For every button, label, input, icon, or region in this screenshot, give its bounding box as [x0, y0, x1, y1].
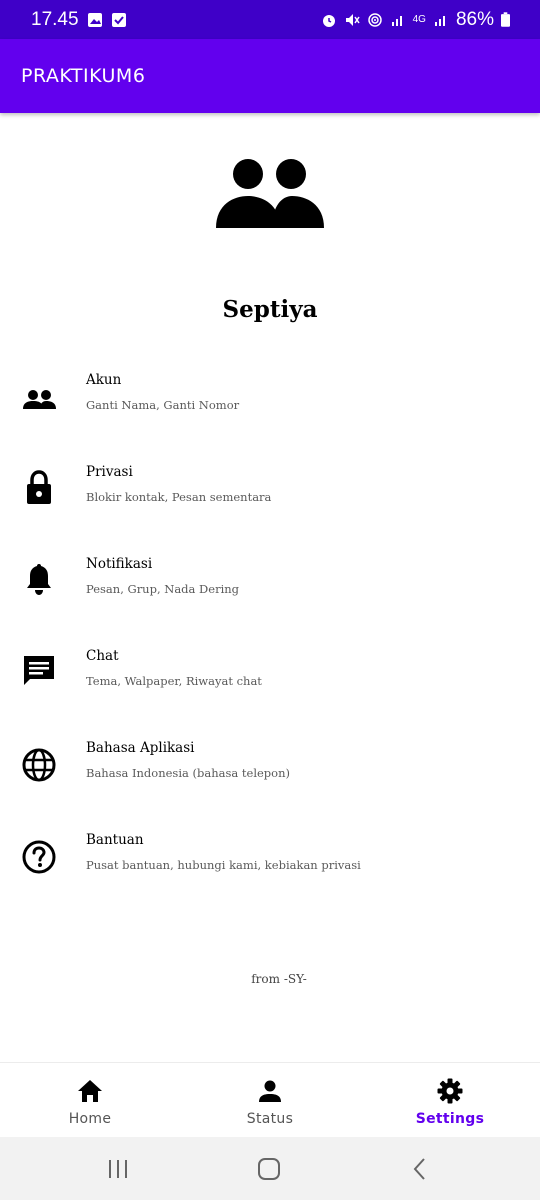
app-title: PRAKTIKUM6	[21, 65, 146, 87]
signal-icon	[434, 15, 445, 26]
status-left: 17.45	[31, 9, 127, 31]
globe-icon	[22, 748, 56, 782]
chat-icon	[24, 656, 54, 685]
battery-percent: 86%	[455, 8, 494, 30]
app-bar: PRAKTIKUM6	[0, 39, 540, 113]
menu-title: Bantuan	[86, 832, 144, 848]
footer-text: from -SY-	[251, 972, 307, 986]
bottom-nav: Home Status Settings	[0, 1062, 540, 1138]
nav-item-status[interactable]: Status	[180, 1063, 360, 1138]
alarm-icon	[322, 14, 335, 27]
menu-title: Bahasa Aplikasi	[86, 740, 195, 756]
menu-subtitle: Blokir kontak, Pesan sementara	[86, 490, 272, 504]
menu-subtitle: Pusat bantuan, hubungi kami, kebiakan pr…	[86, 858, 361, 872]
back-button[interactable]	[406, 1155, 434, 1183]
group-icon	[216, 159, 324, 228]
menu-item-notifikasi[interactable]: Notifikasi Pesan, Grup, Nada Dering	[0, 556, 540, 636]
system-nav-bar	[0, 1137, 540, 1200]
hotspot-icon	[367, 12, 382, 27]
bell-icon	[27, 564, 51, 595]
status-right: 4G 86%	[321, 9, 510, 31]
menu-item-chat[interactable]: Chat Tema, Walpaper, Riwayat chat	[0, 648, 540, 728]
nav-item-settings[interactable]: Settings	[360, 1063, 540, 1138]
lock-icon	[27, 470, 51, 504]
status-bar: 17.45 4G 86%	[0, 0, 540, 39]
menu-subtitle: Bahasa Indonesia (bahasa telepon)	[86, 766, 290, 780]
signal-icon	[391, 15, 402, 26]
menu-title: Chat	[86, 648, 119, 664]
menu-item-bahasa[interactable]: Bahasa Aplikasi Bahasa Indonesia (bahasa…	[0, 740, 540, 820]
help-icon	[22, 840, 56, 874]
account-icon	[23, 390, 56, 409]
nav-item-home[interactable]: Home	[0, 1063, 180, 1138]
image-icon	[87, 12, 102, 27]
network-type: 4G	[412, 14, 426, 25]
battery-icon	[501, 12, 510, 27]
settings-icon	[437, 1078, 463, 1104]
menu-item-akun[interactable]: Akun Ganti Nama, Ganti Nomor	[0, 372, 540, 452]
mute-icon	[345, 13, 360, 26]
check-icon	[111, 12, 126, 27]
nav-label-status: Status	[246, 1111, 294, 1127]
menu-title: Notifikasi	[86, 556, 153, 572]
nav-label-home: Home	[68, 1111, 112, 1127]
menu-title: Privasi	[86, 464, 133, 480]
home-icon	[78, 1080, 102, 1102]
menu-subtitle: Ganti Nama, Ganti Nomor	[86, 398, 240, 412]
recents-button[interactable]	[104, 1155, 132, 1183]
person-icon	[259, 1080, 281, 1102]
menu-title: Akun	[86, 372, 122, 388]
status-time: 17.45	[31, 8, 79, 30]
menu-subtitle: Pesan, Grup, Nada Dering	[86, 582, 240, 596]
nav-label-settings: Settings	[415, 1111, 485, 1127]
menu-item-privasi[interactable]: Privasi Blokir kontak, Pesan sementara	[0, 464, 540, 544]
profile-name: Septiya	[222, 296, 318, 323]
menu-subtitle: Tema, Walpaper, Riwayat chat	[86, 674, 262, 688]
menu-item-bantuan[interactable]: Bantuan Pusat bantuan, hubungi kami, keb…	[0, 832, 540, 912]
home-button[interactable]	[255, 1155, 283, 1183]
